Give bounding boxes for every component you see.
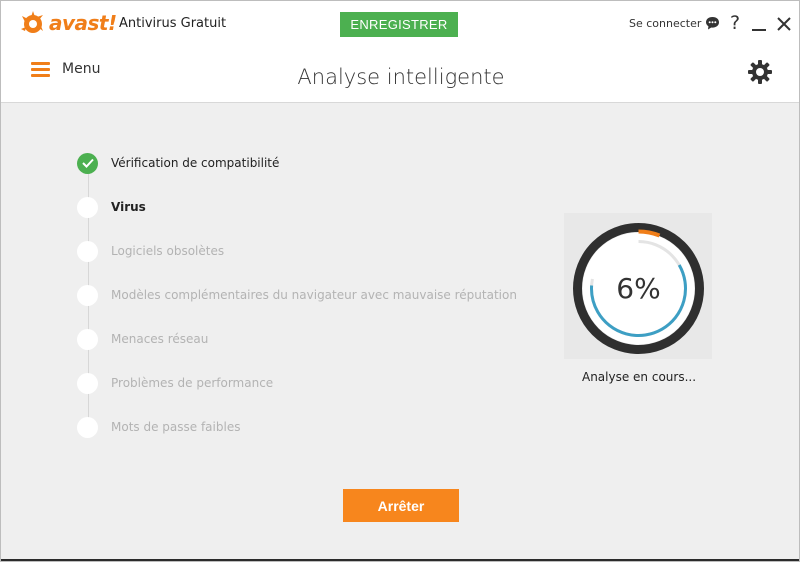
step-performance-issues: Problèmes de performance (77, 372, 273, 394)
step-label: Logiciels obsolètes (111, 244, 225, 258)
step-dot (77, 416, 98, 438)
step-label: Vérification de compatibilité (111, 156, 280, 170)
step-network-threats: Menaces réseau (77, 328, 208, 350)
step-outdated-software: Logiciels obsolètes (77, 240, 224, 262)
step-dot (77, 328, 98, 350)
register-button[interactable]: ENREGISTRER (340, 12, 458, 37)
step-dot (77, 196, 98, 218)
top-bar: avast! Antivirus Gratuit ENREGISTRER Se … (1, 1, 799, 103)
step-label: Problèmes de performance (111, 376, 274, 390)
check-icon (77, 152, 98, 174)
minimize-icon[interactable] (752, 29, 766, 31)
gear-icon[interactable] (747, 59, 773, 85)
step-dot (77, 372, 98, 394)
step-label: Mots de passe faibles (111, 420, 241, 434)
step-label: Virus (111, 200, 146, 214)
logo-text: avast! (49, 11, 117, 35)
connect-link[interactable]: Se connecter (629, 17, 701, 30)
progress-percent: 6% (616, 272, 661, 305)
page-title: Analyse intelligente (297, 65, 505, 89)
step-browser-addons: Modèles complémentaires du navigateur av… (77, 284, 517, 306)
help-icon[interactable]: ? (730, 12, 740, 34)
step-weak-passwords: Mots de passe faibles (77, 416, 240, 438)
chat-bubble-icon[interactable] (705, 16, 720, 31)
product-name: Antivirus Gratuit (119, 16, 227, 31)
step-label: Modèles complémentaires du navigateur av… (111, 288, 517, 302)
avast-logo-icon (21, 11, 43, 33)
avast-logo: avast! (19, 9, 117, 37)
step-dot (77, 240, 98, 262)
app-window: avast! Antivirus Gratuit ENREGISTRER Se … (0, 0, 800, 562)
step-compatibility-check: Vérification de compatibilité (77, 152, 279, 174)
step-dot (77, 284, 98, 306)
step-virus: Virus (77, 196, 146, 218)
step-label: Menaces réseau (111, 332, 209, 346)
scan-status-text: Analyse en cours... (581, 370, 697, 384)
close-icon[interactable] (776, 16, 792, 32)
stop-button[interactable]: Arrêter (343, 489, 459, 522)
